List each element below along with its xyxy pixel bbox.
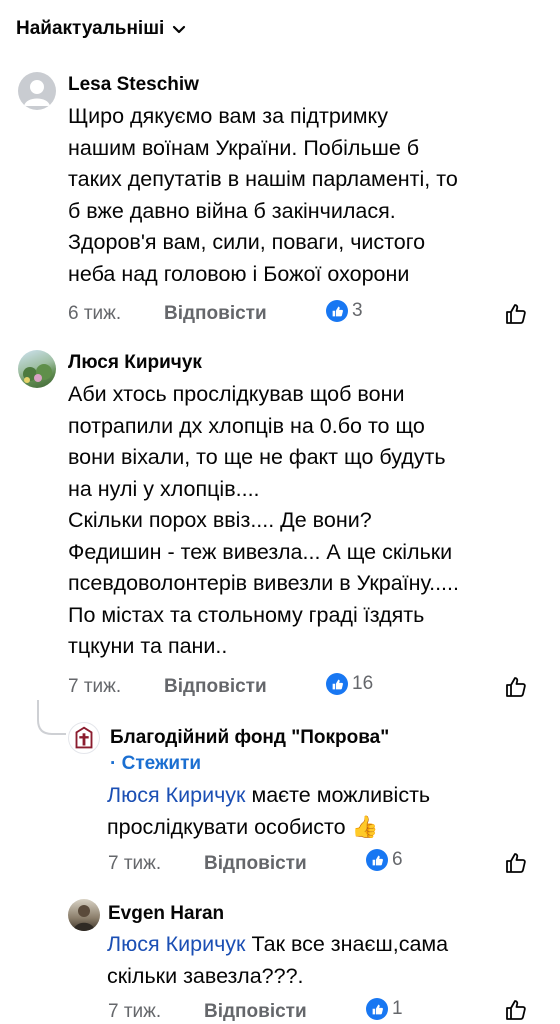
avatar[interactable] (18, 72, 56, 110)
chevron-down-icon (173, 25, 186, 34)
reaction-count[interactable]: 6 (366, 849, 403, 871)
avatar[interactable] (68, 899, 100, 931)
reaction-count[interactable]: 3 (326, 300, 363, 322)
comment-text: Щиро дякуємо вам за підтримку нашим воїн… (68, 104, 458, 286)
reply-button[interactable]: Відповісти (164, 676, 267, 698)
like-reaction-icon (366, 849, 388, 871)
avatar[interactable] (68, 722, 100, 754)
reply-author[interactable]: Благодійний фонд "Покрова" (110, 727, 389, 749)
thread-line (37, 700, 66, 735)
reply-text-part: прослідкувати особисто 👍 (107, 814, 379, 839)
comment-time[interactable]: 7 тиж. (68, 676, 164, 698)
avatar-photo (73, 905, 95, 931)
avatar[interactable] (18, 350, 56, 388)
mention-link[interactable]: Люся Киричук (107, 783, 245, 807)
reaction-count[interactable]: 1 (366, 998, 403, 1020)
sort-label: Найактуальніші (16, 18, 165, 39)
default-avatar-icon (24, 80, 50, 106)
reply-text-part: скільки завезла???. (107, 963, 304, 988)
like-icon[interactable] (504, 998, 528, 1022)
reply-text: Люся Киричук Так все знаєш,сама скільки … (107, 929, 448, 992)
reply-button[interactable]: Відповісти (204, 853, 307, 875)
follow-button[interactable]: · Стежити (110, 753, 201, 775)
mention-link[interactable]: Люся Киричук (107, 932, 245, 956)
like-icon[interactable] (504, 302, 528, 326)
reply-text-part: маєте можливість (245, 783, 431, 807)
reply-text-part: Так все знаєш,сама (245, 932, 449, 956)
avatar-photo (23, 364, 52, 383)
reply-text: Люся Киричук маєте можливість прослідкув… (107, 780, 430, 843)
reaction-number: 3 (352, 300, 363, 321)
reaction-number: 1 (392, 998, 403, 1019)
reaction-count[interactable]: 16 (326, 673, 373, 695)
reaction-number: 6 (392, 849, 403, 870)
reply-author[interactable]: Evgen Haran (108, 903, 224, 925)
like-reaction-icon (366, 998, 388, 1020)
comment-author[interactable]: Люся Киричук (68, 352, 202, 374)
like-icon[interactable] (504, 675, 528, 699)
organization-logo (75, 726, 93, 749)
comment-text: Аби хтось прослідкував щоб вони потрапил… (68, 382, 459, 658)
reaction-number: 16 (352, 673, 374, 694)
like-reaction-icon (326, 300, 348, 322)
reply-time[interactable]: 7 тиж. (108, 853, 204, 875)
comment-time[interactable]: 6 тиж. (68, 303, 164, 325)
reply-button[interactable]: Відповісти (204, 1001, 307, 1023)
reply-button[interactable]: Відповісти (164, 303, 267, 325)
reply-time[interactable]: 7 тиж. (108, 1001, 204, 1023)
comment-author[interactable]: Lesa Steschiw (68, 74, 199, 96)
like-icon[interactable] (504, 851, 528, 875)
like-reaction-icon (326, 673, 348, 695)
sort-dropdown[interactable]: Найактуальніші (16, 14, 186, 44)
